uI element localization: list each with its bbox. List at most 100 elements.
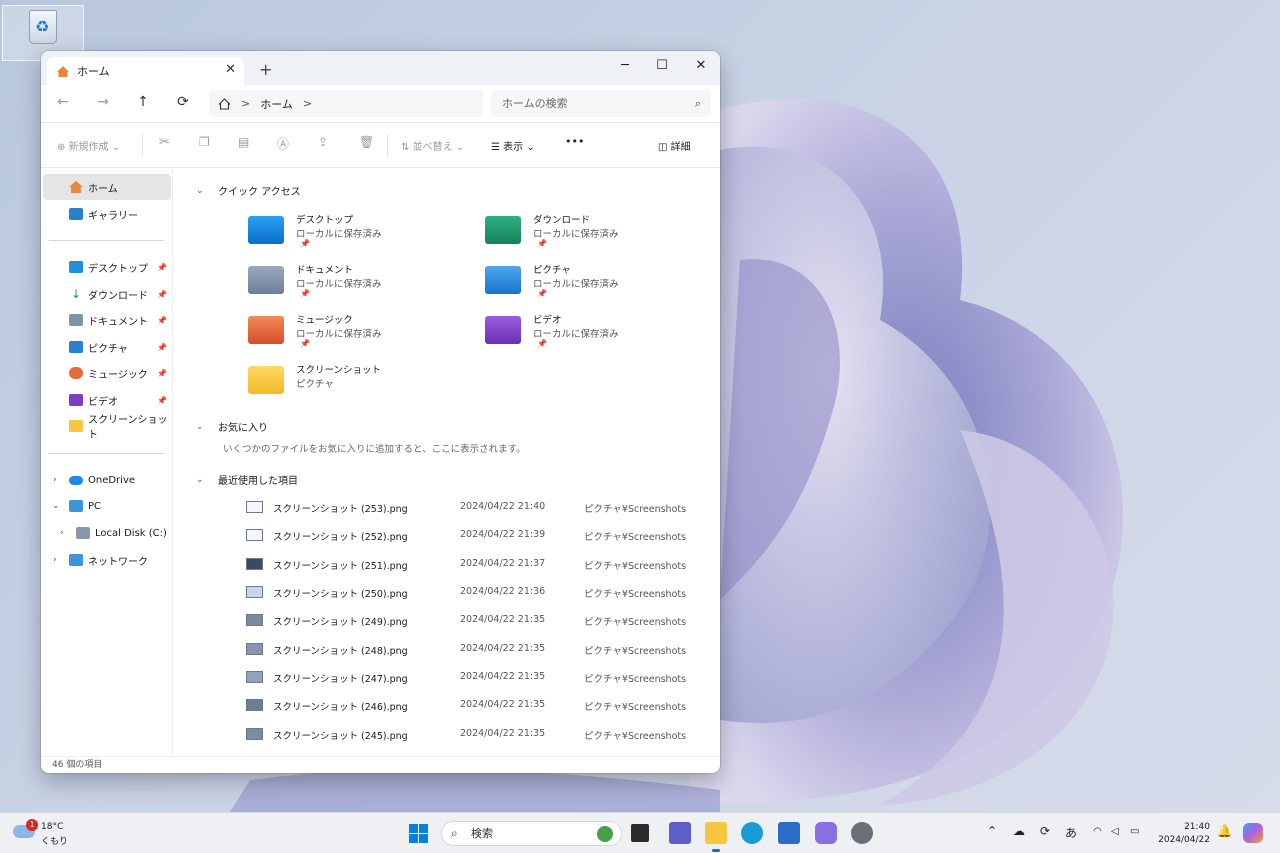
- sidebar-item-music[interactable]: ミュージック 📌: [43, 360, 171, 386]
- back-button[interactable]: ←: [52, 94, 74, 114]
- quick-access-item[interactable]: ダウンロード ローカルに保存済み 📌: [485, 212, 705, 258]
- new-button[interactable]: ⊕ 新規作成 ⌄: [57, 138, 120, 153]
- settings-gear-icon[interactable]: [851, 822, 873, 844]
- sidebar-item-gallery[interactable]: ギャラリー: [43, 201, 171, 227]
- image-thumbnail-icon: [246, 671, 263, 683]
- file-name: スクリーンショット (253).png: [273, 504, 408, 515]
- copilot-pre-icon[interactable]: [1243, 823, 1263, 843]
- up-button[interactable]: ↑: [132, 94, 154, 114]
- item-sub: ローカルに保存済み: [296, 279, 382, 290]
- sidebar-item-pictures[interactable]: ピクチャ 📌: [43, 334, 171, 360]
- ime-indicator[interactable]: あ: [1065, 824, 1077, 841]
- paste-icon[interactable]: ▤: [238, 135, 249, 149]
- section-favorites[interactable]: ⌄ お気に入り: [196, 419, 268, 435]
- file-date: 2024/04/22 21:40: [460, 501, 546, 512]
- table-row[interactable]: スクリーンショット (248).png 2024/04/22 21:35 ピクチャ¥…: [246, 638, 706, 662]
- quick-access-item[interactable]: ドキュメント ローカルに保存済み 📌: [248, 262, 468, 308]
- table-row[interactable]: スクリーンショット (253).png 2024/04/22 21:40 ピクチャ¥…: [246, 496, 706, 520]
- chevron-right-icon[interactable]: ›: [60, 528, 64, 538]
- quick-access-item[interactable]: デスクトップ ローカルに保存済み 📌: [248, 212, 468, 258]
- file-name: スクリーンショット (246).png: [273, 702, 408, 713]
- item-name: ミュージック: [296, 315, 353, 326]
- sidebar-item-local-disk[interactable]: › Local Disk (C:): [43, 520, 171, 546]
- task-view-icon[interactable]: [631, 824, 649, 842]
- file-location: ピクチャ¥Screenshots: [584, 561, 687, 572]
- start-button[interactable]: [409, 824, 429, 844]
- share-icon[interactable]: ⇪: [318, 135, 328, 149]
- sidebar-item-home[interactable]: ホーム: [43, 174, 171, 200]
- edge-browser-icon[interactable]: [741, 822, 763, 844]
- chevron-down-icon: ⌄: [196, 421, 204, 432]
- sidebar-item-documents[interactable]: ドキュメント 📌: [43, 307, 171, 333]
- cloud-sync-icon[interactable]: ☁: [1013, 824, 1025, 838]
- tab-home[interactable]: ホーム ✕: [47, 57, 244, 85]
- volume-icon[interactable]: ◁: [1111, 826, 1119, 837]
- section-quick-access[interactable]: ⌄ クイック アクセス: [196, 183, 301, 199]
- teams-icon[interactable]: [669, 822, 691, 844]
- taskbar-search-box[interactable]: ⌕ 検索: [441, 821, 622, 846]
- quick-access-item[interactable]: スクリーンショット ピクチャ: [248, 362, 468, 408]
- address-bar[interactable]: > ホーム >: [209, 90, 483, 117]
- store-icon[interactable]: [778, 822, 800, 844]
- table-row[interactable]: スクリーンショット (250).png 2024/04/22 21:36 ピクチャ¥…: [246, 581, 706, 605]
- sidebar-item-downloads[interactable]: ↓ ダウンロード 📌: [43, 281, 171, 307]
- download-icon: ↓: [70, 287, 82, 301]
- chevron-right-icon[interactable]: ›: [53, 475, 57, 485]
- breadcrumb-home[interactable]: ホーム: [260, 96, 293, 112]
- table-row[interactable]: スクリーンショット (251).png 2024/04/22 21:37 ピクチャ¥…: [246, 553, 706, 577]
- forward-button[interactable]: →: [92, 94, 114, 114]
- divider: [142, 134, 143, 156]
- chevron-right-icon[interactable]: ›: [53, 555, 57, 565]
- table-row[interactable]: スクリーンショット (249).png 2024/04/22 21:35 ピクチャ¥…: [246, 609, 706, 633]
- sort-button[interactable]: ⇅ 並べ替え ⌄: [401, 138, 464, 153]
- sidebar-label: ギャラリー: [88, 210, 138, 222]
- copy-icon[interactable]: ❐: [199, 135, 210, 149]
- tab-close-icon[interactable]: ✕: [225, 62, 236, 77]
- clock[interactable]: 21:40 2024/04/22: [1152, 821, 1210, 847]
- new-tab-button[interactable]: +: [259, 60, 272, 79]
- chevron-down-icon[interactable]: ⌄: [52, 501, 60, 511]
- sidebar-item-onedrive[interactable]: › OneDrive: [43, 467, 171, 493]
- battery-icon[interactable]: ▭: [1130, 826, 1139, 837]
- section-recent[interactable]: ⌄ 最近使用した項目: [196, 472, 298, 488]
- copilot-icon[interactable]: [815, 822, 837, 844]
- item-sub: ローカルに保存済み: [296, 329, 382, 340]
- sidebar-item-videos[interactable]: ビデオ 📌: [43, 387, 171, 413]
- table-row[interactable]: スクリーンショット (245).png 2024/04/22 21:35 ピクチャ¥…: [246, 723, 706, 747]
- delete-icon[interactable]: 🗑: [359, 135, 374, 149]
- minimize-button[interactable]: ─: [607, 55, 643, 77]
- content-pane: ⌄ クイック アクセス デスクトップ ローカルに保存済み 📌 ダウンロード ローカルに保…: [174, 169, 720, 756]
- weather-widget[interactable]: 1 18°C くもり: [13, 819, 73, 847]
- cut-icon[interactable]: ✂: [159, 135, 170, 150]
- sidebar-item-desktop[interactable]: デスクトップ 📌: [43, 254, 171, 280]
- table-row[interactable]: スクリーンショット (247).png 2024/04/22 21:35 ピクチャ¥…: [246, 666, 706, 690]
- table-row[interactable]: スクリーンショット (252).png 2024/04/22 21:39 ピクチャ¥…: [246, 524, 706, 548]
- rename-icon[interactable]: Ⓐ: [277, 135, 289, 152]
- search-input[interactable]: ホームの検索 ⌕: [491, 90, 711, 117]
- taskbar: 1 18°C くもり ⌕ 検索 ⌃ ☁ ⟳ あ ◠ ◁ ▭ 21:40 2024…: [0, 812, 1280, 853]
- sidebar-item-screenshots[interactable]: スクリーンショット: [43, 413, 171, 441]
- sidebar-label: ネットワーク: [88, 556, 148, 568]
- divider: [49, 240, 164, 241]
- chevron-up-icon[interactable]: ⌃: [987, 824, 997, 838]
- close-button[interactable]: ✕: [683, 55, 719, 77]
- pin-icon: 📌: [157, 395, 167, 405]
- wifi-icon[interactable]: ◠: [1093, 826, 1102, 837]
- sidebar-item-network[interactable]: › ネットワーク: [43, 547, 171, 573]
- notification-bell-icon[interactable]: 🔔: [1217, 824, 1232, 838]
- home-icon: [69, 181, 83, 193]
- quick-access-item[interactable]: ピクチャ ローカルに保存済み 📌: [485, 262, 705, 308]
- details-pane-button[interactable]: ◫ 詳細: [658, 138, 691, 153]
- sidebar-item-pc[interactable]: ⌄ PC: [43, 493, 171, 519]
- music-folder-icon: [248, 316, 284, 344]
- refresh-button[interactable]: ⟳: [172, 94, 194, 114]
- maximize-button[interactable]: ☐: [644, 55, 680, 77]
- view-button[interactable]: ☰ 表示 ⌄: [491, 138, 535, 153]
- quick-access-item[interactable]: ミュージック ローカルに保存済み 📌: [248, 312, 468, 358]
- more-options-button[interactable]: •••: [565, 135, 584, 148]
- quick-access-item[interactable]: ビデオ ローカルに保存済み 📌: [485, 312, 705, 358]
- file-date: 2024/04/22 21:36: [460, 586, 546, 597]
- table-row[interactable]: スクリーンショット (246).png 2024/04/22 21:35 ピクチャ¥…: [246, 694, 706, 718]
- file-explorer-icon[interactable]: [705, 822, 727, 852]
- sync-icon[interactable]: ⟳: [1040, 824, 1050, 838]
